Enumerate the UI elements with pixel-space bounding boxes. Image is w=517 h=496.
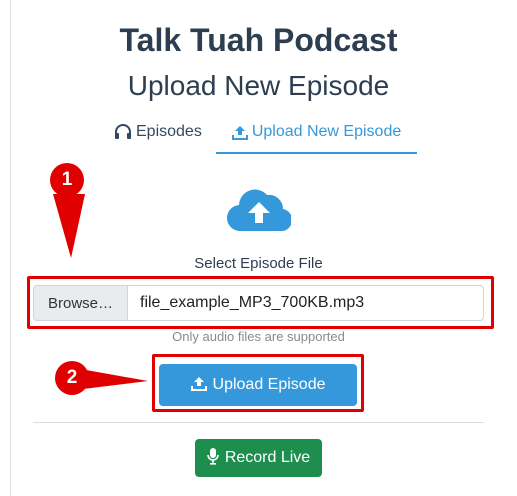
microphone-icon (207, 447, 219, 470)
divider (33, 422, 484, 423)
tab-bar: Episodes Upload New Episode (100, 112, 418, 154)
page-title: Talk Tuah Podcast (119, 22, 398, 58)
highlight-upload-button (152, 354, 364, 412)
step2-badge: 2 (55, 361, 89, 395)
tab-episodes-label: Episodes (136, 123, 202, 140)
cloud-upload-icon (226, 183, 293, 233)
tab-episodes[interactable]: Episodes (100, 112, 216, 152)
upload-icon (231, 124, 248, 140)
file-type-hint: Only audio files are supported (172, 329, 345, 344)
page-subtitle: Upload New Episode (127, 70, 390, 101)
highlight-file-input (27, 276, 494, 329)
record-live-label: Record Live (224, 449, 311, 466)
step1-badge: 1 (50, 163, 84, 197)
record-live-button[interactable]: Record Live (195, 439, 322, 477)
tab-upload-label: Upload New Episode (251, 123, 402, 140)
tab-upload-new-episode[interactable]: Upload New Episode (215, 112, 418, 154)
headphones-icon (114, 124, 132, 140)
